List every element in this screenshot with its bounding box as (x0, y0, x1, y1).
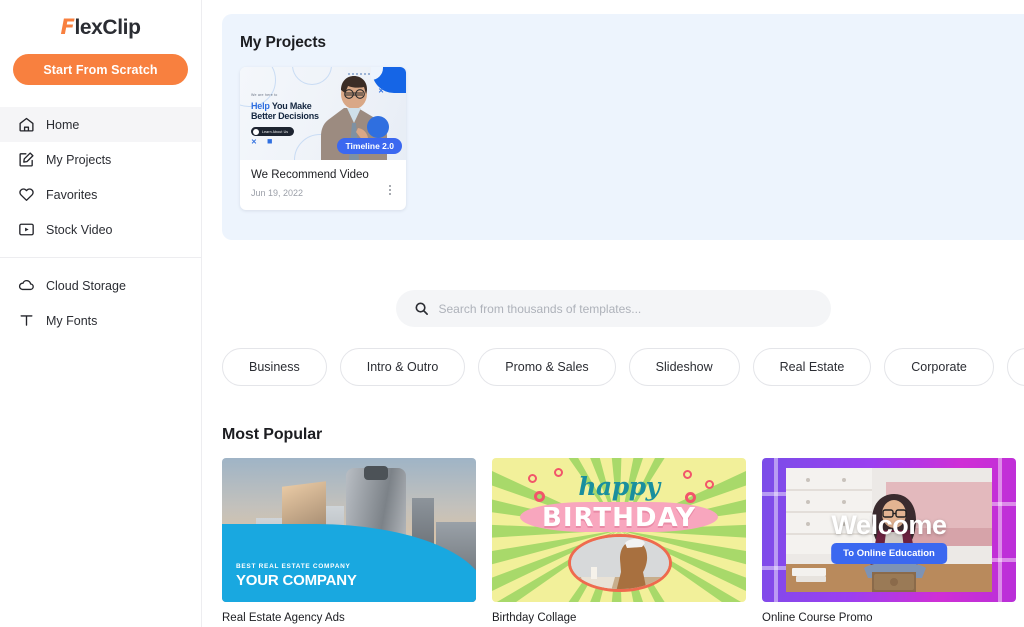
sidebar: FlexClip Start From Scratch Home My Proj… (0, 0, 202, 627)
thumb-overlay-pill: To Online Education (831, 543, 947, 564)
home-icon (18, 116, 35, 133)
thumb-title-rest: You Make (271, 101, 312, 111)
most-popular-title: Most Popular (222, 426, 323, 443)
main-content: My Projects ✕ ✕ ■ We are here to Help Yo… (202, 0, 1024, 627)
search-icon (414, 302, 428, 315)
search-box[interactable] (395, 290, 831, 327)
template-label: Birthday Collage (492, 612, 577, 624)
template-label: Real Estate Agency Ads (222, 612, 345, 624)
project-thumbnail: ✕ ✕ ■ We are here to Help You Make Bette… (240, 67, 406, 160)
logo[interactable]: FlexClip (0, 0, 201, 54)
category-pill-slideshow[interactable]: Slideshow (628, 348, 740, 386)
template-thumbnail: Welcome To Online Education (762, 458, 1016, 602)
my-projects-panel: My Projects ✕ ✕ ■ We are here to Help Yo… (222, 14, 1024, 240)
text-t-icon (18, 312, 35, 329)
category-pill-birthday[interactable]: Birthday (1006, 348, 1024, 386)
thumb-cta-dot (253, 128, 259, 135)
thumb-title-highlight: Help (251, 101, 270, 111)
template-card-online-course[interactable]: Welcome To Online Education Online Cours… (762, 458, 1016, 624)
thumb-overlay-script: happy (578, 472, 660, 501)
thumb-overlay-main: BIRTHDAY (542, 503, 696, 533)
template-thumbnail: BEST REAL ESTATE COMPANY YOUR COMPANY (222, 458, 476, 602)
project-meta: We Recommend Video Jun 19, 2022 (240, 160, 406, 198)
dot (389, 185, 391, 187)
sidebar-item-home[interactable]: Home (0, 107, 201, 142)
sidebar-item-label: Home (46, 117, 80, 132)
template-label: Online Course Promo (762, 612, 873, 624)
decor-blue-dot (367, 116, 389, 138)
template-card-real-estate[interactable]: BEST REAL ESTATE COMPANY YOUR COMPANY Re… (222, 458, 476, 624)
sidebar-nav: Home My Projects Favorites Stock Video C… (0, 107, 201, 338)
thumb-overlay-main: YOUR COMPANY (236, 572, 357, 589)
sidebar-item-label: Stock Video (46, 222, 113, 237)
app-root: FlexClip Start From Scratch Home My Proj… (0, 0, 1024, 627)
sidebar-item-stock-video[interactable]: Stock Video (0, 212, 201, 247)
decor-dot: ■ (267, 136, 273, 146)
heart-icon (18, 186, 35, 203)
start-from-scratch-wrap: Start From Scratch (0, 54, 201, 85)
project-card[interactable]: ✕ ✕ ■ We are here to Help You Make Bette… (240, 67, 406, 210)
category-pills: Business Intro & Outro Promo & Sales Sli… (222, 348, 1024, 386)
thumb-overlay-text: BEST REAL ESTATE COMPANY YOUR COMPANY (236, 563, 357, 589)
thumb-title: Help You Make Better Decisions (251, 101, 319, 121)
thumb-photo-oval (568, 534, 672, 592)
thumb-overlay-main: Welcome (831, 510, 947, 540)
sidebar-group-primary: Home My Projects Favorites Stock Video (0, 107, 201, 247)
sidebar-item-my-fonts[interactable]: My Fonts (0, 303, 201, 338)
dot (389, 189, 391, 191)
most-popular-row: BEST REAL ESTATE COMPANY YOUR COMPANY Re… (222, 458, 1024, 624)
thumb-title-line2: Better Decisions (251, 111, 319, 122)
sidebar-item-label: Favorites (46, 187, 98, 202)
thumb-cta: Learn About Us (251, 127, 295, 136)
project-date: Jun 19, 2022 (251, 188, 304, 198)
sidebar-item-label: My Fonts (46, 313, 98, 328)
project-name: We Recommend Video (251, 169, 369, 181)
sidebar-item-label: Cloud Storage (46, 278, 126, 293)
search-input[interactable] (438, 301, 813, 316)
logo-text: lexClip (74, 15, 141, 39)
category-pill-corporate[interactable]: Corporate (884, 348, 994, 386)
thumb-overlay-kicker: BEST REAL ESTATE COMPANY (236, 563, 351, 570)
project-more-menu-button[interactable] (384, 183, 396, 197)
dot (389, 193, 391, 195)
logo-mark: F (60, 14, 75, 39)
sidebar-item-label: My Projects (46, 152, 112, 167)
my-projects-title: My Projects (240, 34, 326, 51)
timeline-badge: Timeline 2.0 (337, 138, 402, 154)
category-pill-promo-sales[interactable]: Promo & Sales (478, 348, 616, 386)
thumb-kicker: We are here to (251, 93, 278, 97)
edit-square-icon (18, 151, 35, 168)
thumb-cta-label: Learn About Us (262, 129, 289, 134)
template-card-birthday[interactable]: happy BIRTHDAY Birthday Collage (492, 458, 746, 624)
search-row (202, 290, 1024, 327)
decor-cross: ✕ (251, 139, 257, 146)
template-thumbnail: happy BIRTHDAY (492, 458, 746, 602)
thumb-building-top (364, 466, 388, 480)
category-pill-business[interactable]: Business (222, 348, 327, 386)
start-from-scratch-button[interactable]: Start From Scratch (13, 54, 188, 85)
sidebar-item-my-projects[interactable]: My Projects (0, 142, 201, 177)
cloud-icon (18, 277, 35, 294)
video-box-icon (18, 221, 35, 238)
sidebar-divider (0, 257, 201, 258)
sidebar-item-favorites[interactable]: Favorites (0, 177, 201, 212)
category-pill-intro-outro[interactable]: Intro & Outro (339, 348, 466, 386)
sidebar-group-secondary: Cloud Storage My Fonts (0, 268, 201, 338)
category-pill-real-estate[interactable]: Real Estate (752, 348, 872, 386)
sidebar-item-cloud-storage[interactable]: Cloud Storage (0, 268, 201, 303)
